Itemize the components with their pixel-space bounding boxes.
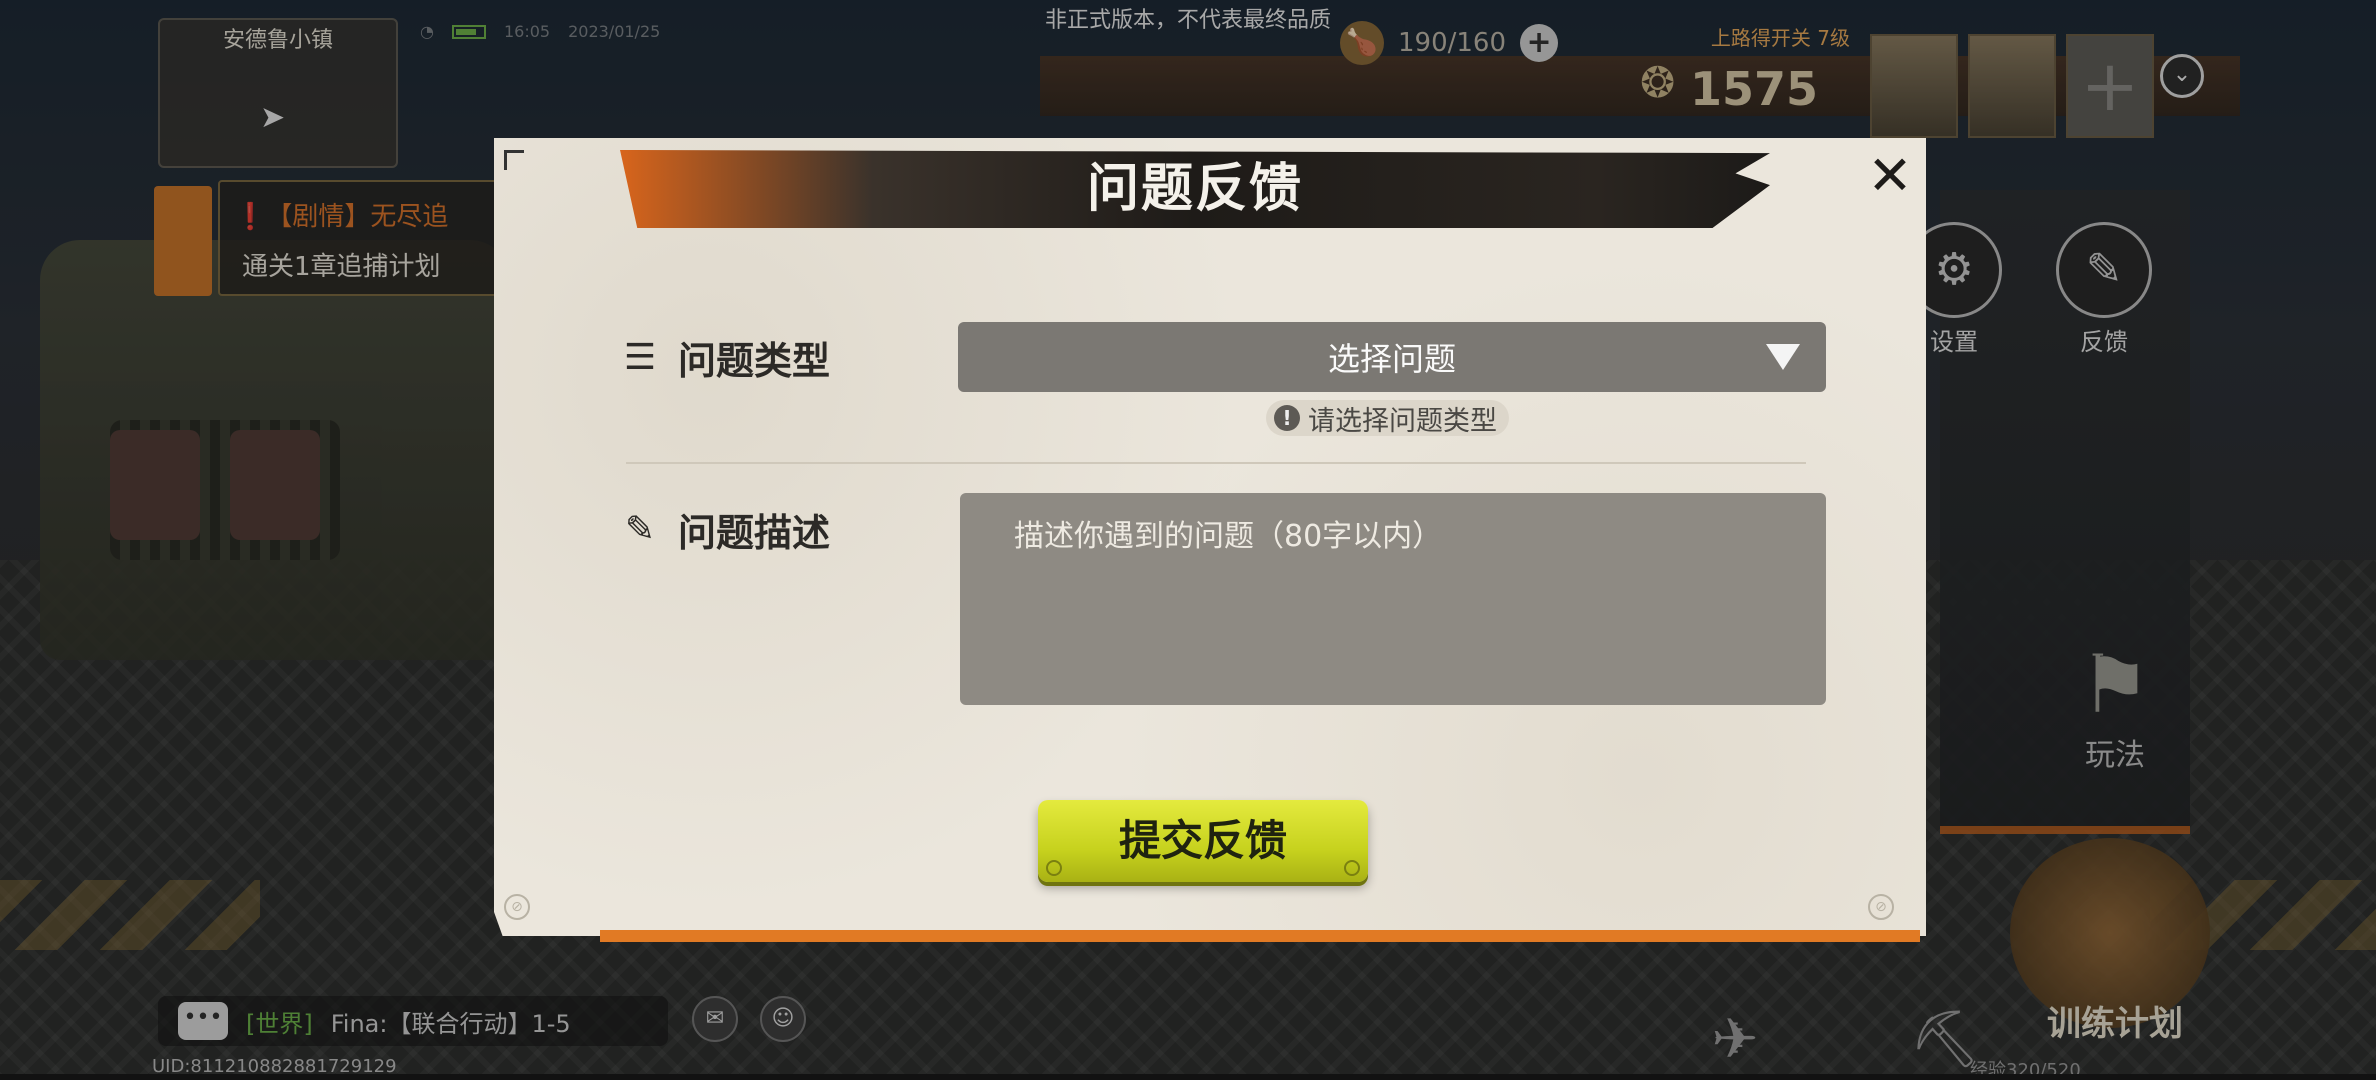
close-icon[interactable]: ✕ (1864, 149, 1916, 203)
submit-feedback-button[interactable]: 提交反馈 (1038, 800, 1368, 882)
edit-icon: ✎ (624, 509, 656, 550)
bolt-icon (1344, 860, 1360, 876)
caret-down-icon (1766, 344, 1800, 370)
issue-description-placeholder: 描述你遇到的问题（80字以内） (1014, 519, 1443, 554)
issue-description-input[interactable]: 描述你遇到的问题（80字以内） (960, 493, 1826, 705)
issue-type-hint: ! 请选择问题类型 (1266, 400, 1509, 437)
warning-icon: ! (1274, 405, 1300, 431)
corner-bracket (504, 150, 524, 170)
dialog-accent-bar (600, 930, 1920, 942)
issue-type-hint-text: 请选择问题类型 (1308, 405, 1497, 437)
issue-type-text: 问题类型 (678, 339, 831, 383)
list-icon: ☰ (623, 337, 657, 378)
issue-desc-label: ✎ 问题描述 (620, 502, 830, 557)
issue-type-select[interactable]: 选择问题 (958, 322, 1826, 392)
bolt-icon: ⊘ (504, 894, 530, 920)
issue-type-label: ☰ 问题类型 (620, 330, 830, 385)
submit-label: 提交反馈 (1118, 816, 1287, 865)
bolt-icon (1046, 860, 1062, 876)
dialog-title: 问题反馈 (1086, 159, 1303, 219)
issue-type-value: 选择问题 (1327, 340, 1456, 378)
divider (626, 462, 1806, 464)
issue-desc-text: 问题描述 (678, 511, 831, 555)
bolt-icon: ⊘ (1868, 894, 1894, 920)
